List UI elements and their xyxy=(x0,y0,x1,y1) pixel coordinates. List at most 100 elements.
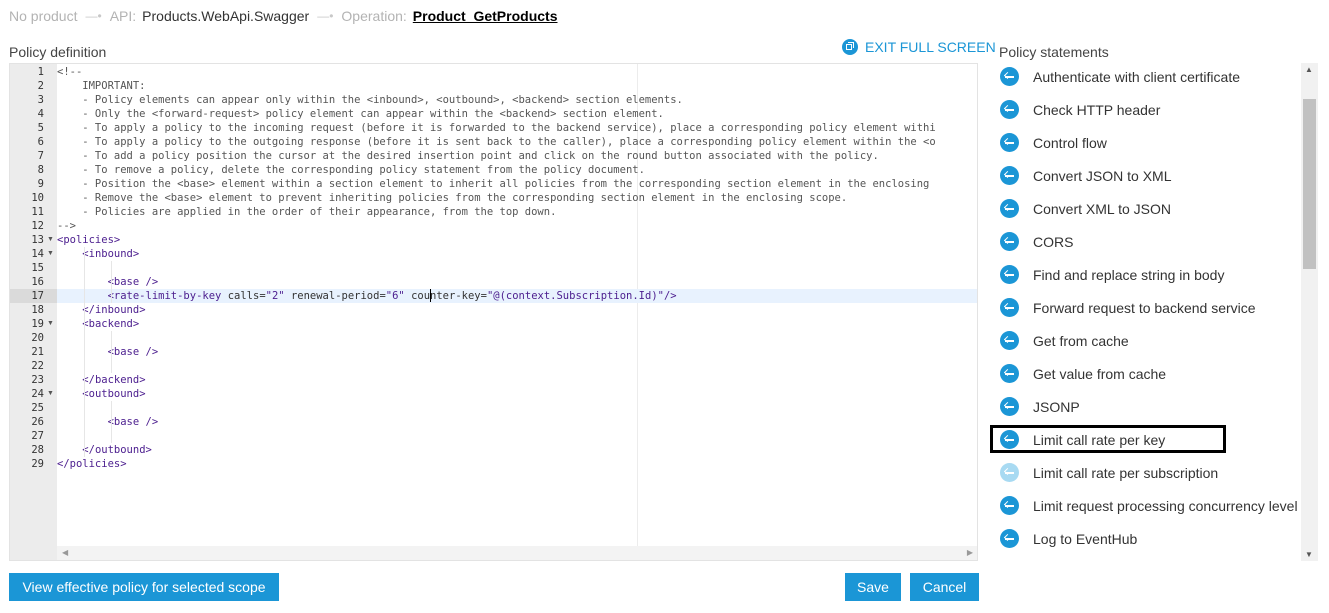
code-line[interactable]: </policies> xyxy=(57,457,977,471)
horizontal-scrollbar[interactable]: ◀ ▶ xyxy=(57,546,977,560)
line-number: 20 xyxy=(31,332,44,344)
vertical-scrollbar[interactable]: ▲ ▼ xyxy=(1301,63,1318,561)
policy-statement-item[interactable]: Get from cache xyxy=(1000,324,1300,357)
line-number: 26 xyxy=(31,416,44,428)
line-number: 28 xyxy=(31,444,44,456)
code-line[interactable]: <outbound> xyxy=(57,387,977,401)
fold-toggle-icon[interactable]: ▼ xyxy=(47,387,54,401)
policy-statement-label: Get from cache xyxy=(1033,332,1129,349)
policy-statement-item[interactable]: CORS xyxy=(1000,225,1300,258)
policy-statement-item[interactable]: Check HTTP header xyxy=(1000,93,1300,126)
code-line[interactable] xyxy=(57,261,977,275)
policy-statement-item[interactable]: Convert JSON to XML xyxy=(1000,159,1300,192)
code-line[interactable]: - Policies are applied in the order of t… xyxy=(57,205,977,219)
policy-statement-item[interactable]: Control flow xyxy=(1000,126,1300,159)
code-line[interactable]: <rate-limit-by-key calls="2" renewal-per… xyxy=(57,289,977,303)
policy-statement-item[interactable]: Limit call rate per key xyxy=(1000,423,1300,456)
insert-arrow-icon[interactable] xyxy=(1000,100,1019,119)
code-line[interactable]: - Policy elements can appear only within… xyxy=(57,93,977,107)
code-line[interactable] xyxy=(57,359,977,373)
policy-statement-item[interactable]: Limit call rate per subscription xyxy=(1000,456,1300,489)
insert-arrow-icon[interactable] xyxy=(1000,496,1019,515)
line-number: 14 xyxy=(31,248,44,260)
policy-statement-item[interactable]: Log to EventHub xyxy=(1000,522,1300,555)
policy-statement-label: Convert JSON to XML xyxy=(1033,167,1172,184)
insert-arrow-icon[interactable] xyxy=(1000,331,1019,350)
code-line[interactable] xyxy=(57,429,977,443)
view-effective-policy-button[interactable]: View effective policy for selected scope xyxy=(9,573,279,601)
code-line[interactable] xyxy=(57,331,977,345)
insert-arrow-icon[interactable] xyxy=(1000,397,1019,416)
insert-arrow-icon[interactable] xyxy=(1000,529,1019,548)
code-line[interactable]: - To apply a policy to the outgoing resp… xyxy=(57,135,977,149)
line-number: 27 xyxy=(31,430,44,442)
policy-statement-item[interactable]: Authenticate with client certificate xyxy=(1000,60,1300,93)
scrollbar-thumb[interactable] xyxy=(1303,99,1316,269)
code-line[interactable]: <inbound> xyxy=(57,247,977,261)
code-line[interactable]: </outbound> xyxy=(57,443,977,457)
insert-arrow-icon[interactable] xyxy=(1000,232,1019,251)
scroll-up-icon[interactable]: ▲ xyxy=(1305,65,1313,74)
insert-arrow-icon[interactable] xyxy=(1000,298,1019,317)
line-number: 12 xyxy=(31,220,44,232)
policy-statement-item[interactable]: Limit request processing concurrency lev… xyxy=(1000,489,1300,522)
code-line[interactable]: - Position the <base> element within a s… xyxy=(57,177,977,191)
fold-toggle-icon[interactable]: ▼ xyxy=(47,247,54,261)
code-line[interactable]: - Only the <forward-request> policy elem… xyxy=(57,107,977,121)
code-line[interactable]: --> xyxy=(57,219,977,233)
code-line[interactable]: <backend> xyxy=(57,317,977,331)
policy-statement-item[interactable]: Convert XML to JSON xyxy=(1000,192,1300,225)
policy-statement-item[interactable]: Find and replace string in body xyxy=(1000,258,1300,291)
scroll-right-icon[interactable]: ▶ xyxy=(967,548,973,557)
scroll-down-icon[interactable]: ▼ xyxy=(1305,550,1313,559)
code-line[interactable]: <base /> xyxy=(57,275,977,289)
cancel-button[interactable]: Cancel xyxy=(910,573,979,601)
fold-toggle-icon[interactable]: ▼ xyxy=(47,233,54,247)
code-line[interactable]: <policies> xyxy=(57,233,977,247)
code-area[interactable]: <!-- IMPORTANT: - Policy elements can ap… xyxy=(57,64,977,560)
policy-statement-label: Check HTTP header xyxy=(1033,101,1161,118)
code-editor[interactable]: <!-- IMPORTANT: - Policy elements can ap… xyxy=(9,63,978,561)
policy-statement-item[interactable]: JSONP xyxy=(1000,390,1300,423)
code-line[interactable]: - To apply a policy to the incoming requ… xyxy=(57,121,977,135)
breadcrumb-operation[interactable]: Product_GetProducts xyxy=(413,8,558,24)
policy-statements-list: Authenticate with client certificate Chec… xyxy=(996,60,1301,561)
code-line[interactable]: - To remove a policy, delete the corresp… xyxy=(57,163,977,177)
breadcrumb-separator-icon: —• xyxy=(317,9,334,23)
code-line[interactable]: IMPORTANT: xyxy=(57,79,977,93)
code-line[interactable]: </inbound> xyxy=(57,303,977,317)
code-line[interactable]: <!-- xyxy=(57,65,977,79)
line-number: 29 xyxy=(31,458,44,470)
insert-arrow-icon[interactable] xyxy=(1000,430,1019,449)
policy-statement-item[interactable]: Forward request to backend service xyxy=(1000,291,1300,324)
line-number: 1 xyxy=(37,66,44,78)
breadcrumb-api[interactable]: Products.WebApi.Swagger xyxy=(142,8,309,24)
code-line[interactable]: </backend> xyxy=(57,373,977,387)
code-line[interactable]: <base /> xyxy=(57,345,977,359)
insert-arrow-icon[interactable] xyxy=(1000,364,1019,383)
code-line[interactable]: - Remove the <base> element to prevent i… xyxy=(57,191,977,205)
insert-arrow-icon[interactable] xyxy=(1000,265,1019,284)
policy-statement-label: Limit call rate per key xyxy=(1033,431,1166,448)
insert-arrow-icon[interactable] xyxy=(1000,463,1019,482)
code-line[interactable]: <base /> xyxy=(57,415,977,429)
code-line[interactable] xyxy=(57,401,977,415)
insert-arrow-icon[interactable] xyxy=(1000,67,1019,86)
fold-toggle-icon[interactable]: ▼ xyxy=(47,317,54,331)
policy-statement-label: Log to EventHub xyxy=(1033,530,1138,547)
insert-arrow-icon[interactable] xyxy=(1000,199,1019,218)
insert-arrow-icon[interactable] xyxy=(1000,166,1019,185)
line-number: 15 xyxy=(31,262,44,274)
save-button[interactable]: Save xyxy=(845,573,901,601)
line-number: 19 xyxy=(31,318,44,330)
breadcrumb-product[interactable]: No product xyxy=(9,8,77,24)
line-number: 13 xyxy=(31,234,44,246)
line-number: 24 xyxy=(31,388,44,400)
insert-arrow-icon[interactable] xyxy=(1000,133,1019,152)
policy-statement-item[interactable]: Get value from cache xyxy=(1000,357,1300,390)
line-number: 11 xyxy=(31,206,44,218)
code-line[interactable]: - To add a policy position the cursor at… xyxy=(57,149,977,163)
scroll-left-icon[interactable]: ◀ xyxy=(62,548,68,557)
exit-full-screen-button[interactable]: EXIT FULL SCREEN xyxy=(842,39,996,55)
line-number: 21 xyxy=(31,346,44,358)
